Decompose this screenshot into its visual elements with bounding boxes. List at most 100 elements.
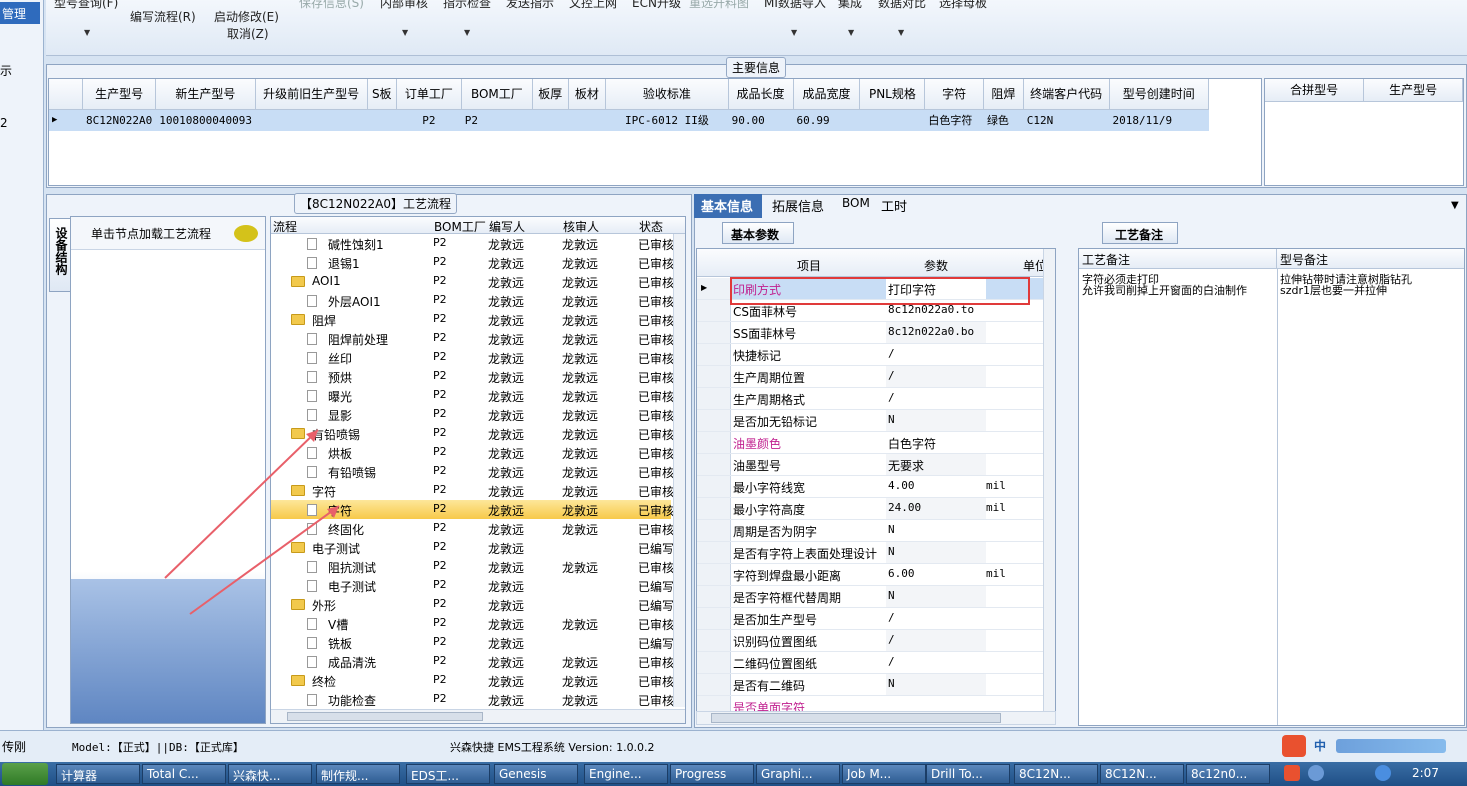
param-row[interactable]: 快捷标记 / [697, 344, 1055, 366]
reselect-cutting-button[interactable]: 重选开料图 [689, 0, 749, 11]
param-value[interactable]: 无要求 [886, 454, 986, 475]
column-header[interactable]: 型号备注 [1277, 249, 1464, 269]
table-cell[interactable] [859, 109, 925, 131]
start-button[interactable] [2, 763, 48, 785]
document-icon[interactable] [307, 618, 317, 630]
taskbar-item[interactable]: 兴森快... [228, 764, 312, 784]
column-header[interactable]: 新生产型号 [155, 79, 256, 110]
column-header[interactable]: 板厚 [532, 79, 569, 110]
taskbar-item[interactable]: 8C12N... [1014, 764, 1098, 784]
param-value[interactable]: N [886, 542, 986, 563]
column-header[interactable]: 终端客户代码 [1023, 79, 1110, 110]
table-cell[interactable] [532, 109, 569, 131]
folder-icon[interactable] [291, 314, 305, 325]
param-row[interactable]: 字符到焊盘最小距离 6.00 mil [697, 564, 1055, 586]
folder-icon[interactable] [291, 542, 305, 553]
param-value[interactable]: 8c12n022a0.bo [886, 322, 986, 343]
column-header[interactable]: 阻焊 [983, 79, 1024, 110]
tab-bom[interactable]: BOM [842, 196, 870, 210]
column-header[interactable]: S板 [367, 79, 397, 110]
vertical-scrollbar[interactable] [1043, 249, 1055, 712]
column-header[interactable]: 升级前旧生产型号 [255, 79, 368, 110]
taskbar-item[interactable]: Job M... [842, 764, 926, 784]
ime-toolbar-icons[interactable] [1336, 739, 1446, 753]
taskbar-item[interactable]: Genesis [494, 764, 578, 784]
column-header[interactable]: 项目 [797, 257, 821, 274]
tree-row[interactable]: 阻抗测试 P2 龙敦远 龙敦远 已审核 [271, 557, 674, 576]
scroll-thumb[interactable] [711, 713, 1001, 723]
table-cell[interactable]: 10010800040093 [155, 109, 256, 131]
column-header[interactable]: 编写人 [489, 218, 525, 235]
param-row[interactable]: 是否加生产型号 / [697, 608, 1055, 630]
document-icon[interactable] [307, 390, 317, 402]
table-cell[interactable]: 白色字符 [924, 109, 984, 131]
table-cell[interactable]: IPC-6012 II级 [605, 109, 729, 131]
tree-row[interactable]: 有铅喷锡 P2 龙敦远 龙敦远 已审核 [271, 462, 674, 481]
document-icon[interactable] [307, 447, 317, 459]
chevron-down-icon[interactable]: ▼ [848, 28, 854, 37]
network-icon[interactable] [1375, 765, 1391, 781]
tree-row[interactable]: 功能检查 P2 龙敦远 龙敦远 已审核 [271, 690, 674, 709]
param-value[interactable]: / [886, 630, 986, 651]
tree-row[interactable]: 电子测试 P2 龙敦远 已编写 [271, 538, 674, 557]
column-header[interactable]: 板材 [568, 79, 607, 110]
taskbar-item[interactable]: EDS工... [406, 764, 490, 784]
tree-row[interactable]: AOI1 P2 龙敦远 龙敦远 已审核 [271, 272, 674, 291]
folder-icon[interactable] [291, 276, 305, 287]
tree-row[interactable]: 退锡1 P2 龙敦远 龙敦远 已审核 [271, 253, 674, 272]
tree-row[interactable]: 有铅喷锡 P2 龙敦远 龙敦远 已审核 [271, 424, 674, 443]
folder-icon[interactable] [291, 428, 305, 439]
param-value[interactable]: 4.00 [886, 476, 986, 497]
tree-row[interactable]: 字符 P2 龙敦远 龙敦远 已审核 [271, 500, 674, 519]
param-row[interactable]: 油墨颜色 白色字符 [697, 432, 1055, 454]
column-header[interactable]: 成品宽度 [793, 79, 861, 110]
chevron-down-icon[interactable]: ▼ [464, 28, 470, 37]
param-value[interactable]: N [886, 410, 986, 431]
tree-row[interactable]: 烘板 P2 龙敦远 龙敦远 已审核 [271, 443, 674, 462]
document-icon[interactable] [307, 409, 317, 421]
column-header[interactable]: 字符 [924, 79, 984, 110]
param-row[interactable]: 油墨型号 无要求 [697, 454, 1055, 476]
select-motherboard-button[interactable]: 选择母板 [939, 0, 987, 11]
ime-logo-icon[interactable] [1282, 735, 1306, 757]
column-header[interactable]: 成品长度 [728, 79, 794, 110]
taskbar-item[interactable]: 制作规... [316, 764, 400, 784]
document-icon[interactable] [307, 295, 317, 307]
basic-params-title[interactable]: 基本参数 [722, 222, 794, 244]
param-row[interactable]: 周期是否为阴字 N [697, 520, 1055, 542]
param-value[interactable]: 白色字符 [886, 432, 986, 453]
help-icon[interactable] [1308, 765, 1324, 781]
column-header[interactable]: 验收标准 [605, 79, 729, 110]
taskbar-item[interactable]: Drill To... [926, 764, 1010, 784]
tree-row[interactable]: 显影 P2 龙敦远 龙敦远 已审核 [271, 405, 674, 424]
chevron-down-icon[interactable]: ▼ [791, 28, 797, 37]
column-header[interactable]: 状态 [639, 218, 663, 235]
param-row[interactable]: 生产周期格式 / [697, 388, 1055, 410]
tree-row[interactable]: V槽 P2 龙敦远 龙敦远 已审核 [271, 614, 674, 633]
model-query-button[interactable]: 型号查询(F) [54, 0, 118, 11]
tree-row[interactable]: 阻焊 P2 龙敦远 龙敦远 已审核 [271, 310, 674, 329]
param-row[interactable]: 是否加无铅标记 N [697, 410, 1055, 432]
tree-row[interactable]: 预烘 P2 龙敦远 龙敦远 已审核 [271, 367, 674, 386]
left-nav-item[interactable]: 示 [0, 62, 12, 79]
tree-row[interactable]: 铣板 P2 龙敦远 已编写 [271, 633, 674, 652]
document-icon[interactable] [307, 333, 317, 345]
process-remark-text[interactable]: 字符必须走打印 允许我司削掉上开窗面的白油制作 [1082, 274, 1272, 296]
tree-row[interactable]: 电子测试 P2 龙敦远 已编写 [271, 576, 674, 595]
tree-row[interactable]: 字符 P2 龙敦远 龙敦远 已审核 [271, 481, 674, 500]
column-header[interactable]: 工艺备注 [1079, 249, 1277, 269]
param-value[interactable]: N [886, 586, 986, 607]
document-icon[interactable] [307, 694, 317, 706]
tree-row[interactable]: 外层AOI1 P2 龙敦远 龙敦远 已审核 [271, 291, 674, 310]
param-row[interactable]: 是否有字符上表面处理设计 N [697, 542, 1055, 564]
clock[interactable]: 2:07 [1412, 766, 1439, 780]
tree-row[interactable]: 碱性蚀刻1 P2 龙敦远 龙敦远 已审核 [271, 234, 674, 253]
param-value[interactable]: 6.00 [886, 564, 986, 585]
param-value[interactable]: / [886, 652, 986, 673]
chevron-down-icon[interactable]: ▼ [84, 28, 90, 37]
folder-icon[interactable] [291, 599, 305, 610]
table-cell[interactable]: 绿色 [983, 109, 1024, 131]
param-row[interactable]: 是否字符框代替周期 N [697, 586, 1055, 608]
table-cell[interactable]: P2 [461, 109, 533, 131]
send-instruction-button[interactable]: 发送指示 [506, 0, 554, 11]
